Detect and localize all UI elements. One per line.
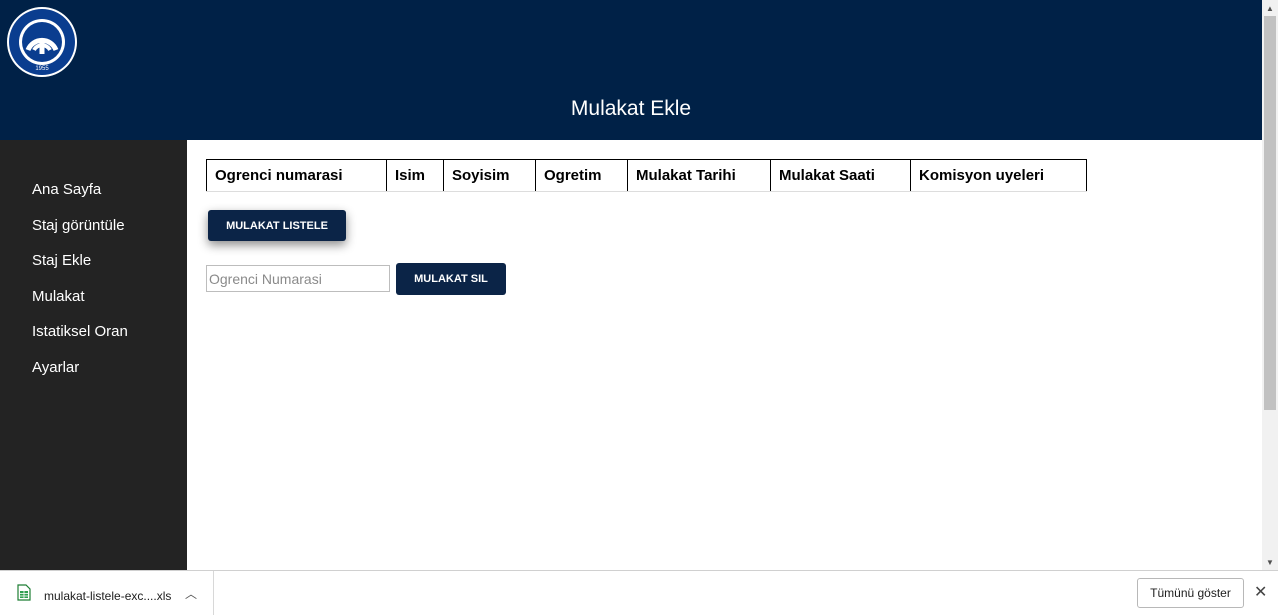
mulakat-listele-button[interactable]: MULAKAT LISTELE	[208, 210, 346, 241]
show-all-downloads-button[interactable]: Tümünü göster	[1137, 578, 1244, 608]
column-header-mulakat-saati: Mulakat Saati	[770, 159, 911, 192]
mulakat-sil-button[interactable]: MULAKAT SIL	[396, 263, 506, 295]
download-file-name: mulakat-listele-exc....xls	[44, 589, 172, 603]
main-content: Ogrenci numarasi Isim Soyisim Ogretim Mu…	[187, 140, 1262, 570]
mulakat-table: Ogrenci numarasi Isim Soyisim Ogretim Mu…	[206, 159, 1087, 192]
page-scrollbar[interactable]: ▲ ▼	[1262, 0, 1278, 570]
scroll-down-arrow-icon[interactable]: ▼	[1262, 554, 1278, 570]
scroll-up-arrow-icon[interactable]: ▲	[1262, 0, 1278, 16]
download-item[interactable]: mulakat-listele-exc....xls ︿	[0, 571, 214, 615]
column-header-mulakat-tarihi: Mulakat Tarihi	[627, 159, 771, 192]
sidebar-item-staj-ekle[interactable]: Staj Ekle	[0, 251, 187, 287]
chevron-up-icon[interactable]: ︿	[185, 585, 197, 602]
sidebar-item-mulakat[interactable]: Mulakat	[0, 287, 187, 323]
university-logo: 1955	[7, 7, 77, 77]
column-header-ogrenci-numarasi: Ogrenci numarasi	[206, 159, 387, 192]
sidebar-item-istatiksel-oran[interactable]: Istatiksel Oran	[0, 322, 187, 358]
column-header-soyisim: Soyisim	[443, 159, 536, 192]
column-header-ogretim: Ogretim	[535, 159, 628, 192]
scroll-thumb[interactable]	[1264, 16, 1276, 410]
sidebar: Ana Sayfa Staj görüntüle Staj Ekle Mulak…	[0, 140, 187, 570]
column-header-komisyon-uyeleri: Komisyon uyeleri	[910, 159, 1087, 192]
spreadsheet-file-icon	[17, 584, 31, 601]
page-title: Mulakat Ekle	[570, 97, 692, 120]
column-header-isim: Isim	[386, 159, 444, 192]
header-banner: 1955 Mulakat Ekle	[0, 0, 1262, 140]
logo-year: 1955	[35, 66, 49, 72]
sidebar-item-ayarlar[interactable]: Ayarlar	[0, 358, 187, 394]
sidebar-item-ana-sayfa[interactable]: Ana Sayfa	[0, 180, 187, 216]
table-header-row: Ogrenci numarasi Isim Soyisim Ogretim Mu…	[206, 159, 1087, 192]
download-bar: mulakat-listele-exc....xls ︿ Tümünü göst…	[0, 570, 1278, 615]
close-icon[interactable]: ✕	[1254, 582, 1267, 602]
student-number-input[interactable]	[206, 265, 390, 292]
sidebar-item-staj-goruntule[interactable]: Staj görüntüle	[0, 216, 187, 252]
